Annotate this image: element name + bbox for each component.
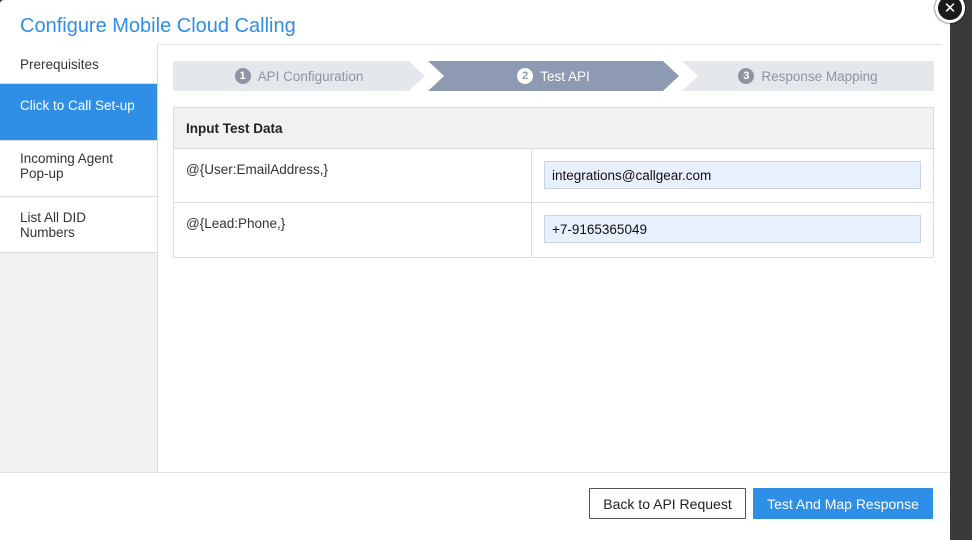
field-label: @{User:EmailAddress,} (174, 149, 532, 202)
field-cell (532, 149, 933, 202)
step-api-configuration[interactable]: 1 API Configuration (173, 61, 425, 91)
field-label: @{Lead:Phone,} (174, 203, 532, 257)
step-label: Test API (540, 68, 590, 84)
dialog-title: Configure Mobile Cloud Calling (20, 15, 296, 37)
back-button[interactable]: Back to API Request (589, 488, 746, 519)
phone-field[interactable] (544, 215, 921, 243)
step-number: 2 (517, 68, 533, 84)
wizard-steps: 1 API Configuration 2 Test API 3 Respons… (173, 61, 934, 91)
field-cell (532, 203, 933, 257)
sidebar-item-click-to-call[interactable]: Click to Call Set-up (0, 84, 157, 141)
step-label: Response Mapping (761, 68, 878, 84)
configure-dialog: Configure Mobile Cloud Calling Prerequis… (0, 0, 950, 540)
test-data-table: Input Test Data @{User:EmailAddress,} @{… (173, 107, 934, 258)
table-row: @{User:EmailAddress,} (174, 149, 933, 203)
sidebar-item-incoming-agent[interactable]: Incoming Agent Pop-up (0, 141, 157, 197)
step-test-api[interactable]: 2 Test API (428, 61, 679, 91)
close-icon[interactable]: ✕ (935, 0, 965, 23)
table-header: Input Test Data (174, 108, 933, 149)
step-number: 3 (738, 68, 755, 84)
step-label: API Configuration (257, 68, 364, 84)
step-number: 1 (235, 68, 251, 84)
sidebar: Prerequisites Click to Call Set-up Incom… (0, 44, 158, 472)
test-and-map-button[interactable]: Test And Map Response (753, 488, 933, 519)
sidebar-item-did-numbers[interactable]: List All DID Numbers (0, 197, 157, 253)
table-row: @{Lead:Phone,} (174, 203, 933, 257)
email-field[interactable] (544, 161, 921, 189)
sidebar-item-prerequisites[interactable]: Prerequisites (0, 44, 157, 84)
step-response-mapping[interactable]: 3 Response Mapping (682, 61, 934, 91)
footer-divider (0, 472, 950, 473)
